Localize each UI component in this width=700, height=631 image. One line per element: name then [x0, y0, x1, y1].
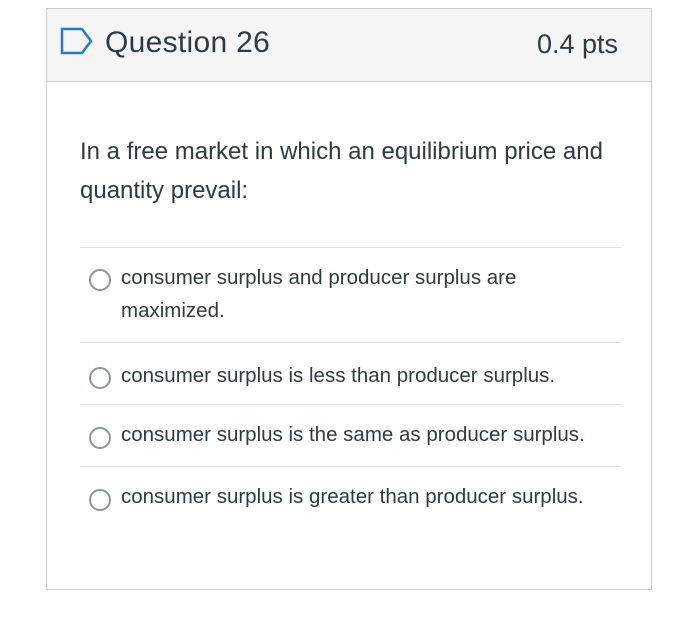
radio-button[interactable] [89, 269, 111, 291]
flag-icon[interactable] [60, 27, 94, 55]
answer-option[interactable]: consumer surplus is less than producer s… [80, 342, 621, 404]
radio-button[interactable] [89, 367, 111, 389]
question-points: 0.4 pts [536, 29, 618, 59]
question-card: Question 26 0.4 pts In a free market in … [46, 8, 652, 590]
radio-button[interactable] [89, 489, 111, 511]
answer-label: consumer surplus and producer surplus ar… [121, 266, 517, 322]
answer-list: consumer surplus and producer surplus ar… [80, 247, 621, 561]
answer-option[interactable]: consumer surplus is greater than produce… [80, 466, 621, 561]
answer-option[interactable]: consumer surplus is the same as producer… [80, 404, 621, 466]
question-title: Question 26 [105, 26, 271, 59]
question-text: In a free market in which an equilibrium… [80, 138, 603, 204]
question-header: Question 26 0.4 pts [47, 9, 651, 82]
answer-label: consumer surplus is greater than produce… [121, 485, 584, 508]
answer-label: consumer surplus is less than producer s… [121, 364, 556, 387]
radio-button[interactable] [89, 427, 111, 449]
answer-option[interactable]: consumer surplus and producer surplus ar… [80, 247, 621, 342]
answer-label: consumer surplus is the same as producer… [121, 423, 585, 446]
